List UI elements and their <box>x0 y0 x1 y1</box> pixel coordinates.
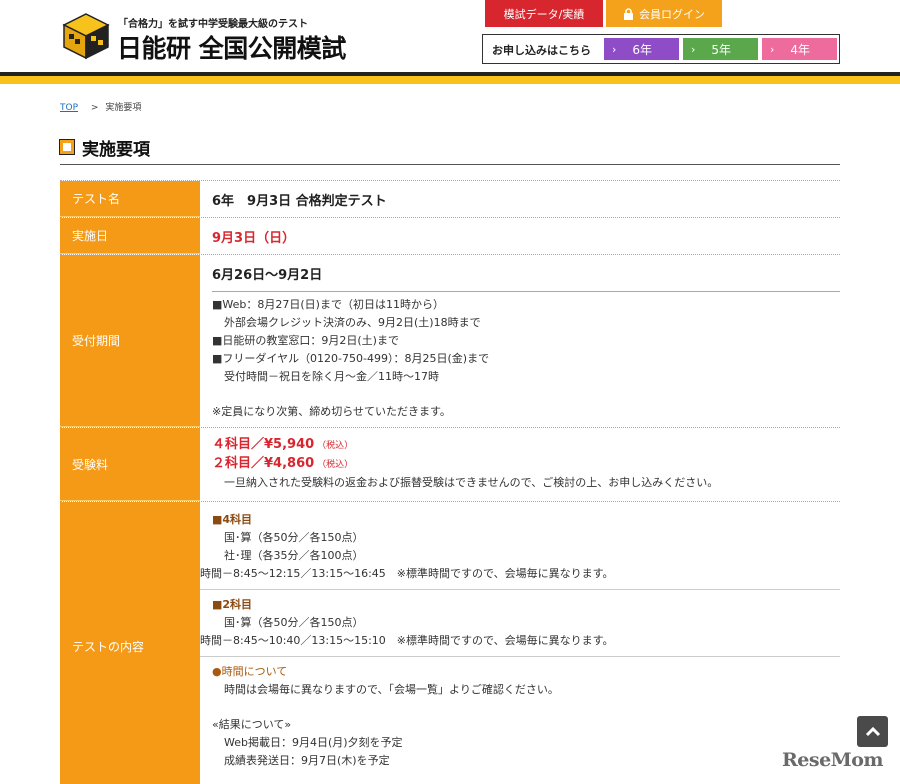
row-header: 実施日 <box>60 218 200 254</box>
chevron-right-icon: › <box>691 42 696 56</box>
tax-label: （税込） <box>317 460 354 470</box>
row-date: 実施日 9月3日（日） <box>60 218 840 255</box>
header-band-yellow <box>0 76 900 84</box>
fee-2-subjects: ２科目／¥4,860 <box>212 456 315 471</box>
apply-grade5-button[interactable]: › 5年 <box>683 38 758 60</box>
breadcrumb-top-link[interactable]: TOP <box>60 103 78 113</box>
watermark-logo: ReseMom <box>782 749 883 771</box>
content-divider <box>200 589 840 590</box>
page-title: 実施要項 <box>82 140 150 160</box>
logo-title[interactable]: 日能研 全国公開模試 <box>117 29 346 65</box>
reception-line: 受付時間－祝日を除く月～金／11時～17時 <box>224 370 439 383</box>
breadcrumb-separator: > <box>90 103 99 113</box>
time-note: 時間は会場毎に異なりますので、「会場一覧」よりご確認ください。 <box>224 683 559 696</box>
four-subjects-heading: ■4科目 <box>212 513 253 526</box>
time-note-heading: ●時間について <box>212 665 288 678</box>
content-divider <box>200 656 840 657</box>
two-subjects-line: 国･算（各50分／各150点） <box>224 616 364 629</box>
exam-data-button-label: 模試データ/実績 <box>503 7 585 21</box>
four-subjects-line: 国･算（各50分／各150点） <box>224 531 364 544</box>
apply-grade6-button[interactable]: › 6年 <box>604 38 679 60</box>
four-subjects-time: 時間－8:45～12:15／13:15～16:45 ※標準時間ですので、会場毎に… <box>200 567 614 580</box>
breadcrumb: TOP > 実施要項 <box>60 100 141 113</box>
tax-label: （税込） <box>317 441 354 451</box>
fee-4-subjects: ４科目／¥5,940 <box>212 437 315 452</box>
row-reception: 受付期間 6月26日～9月2日 ■Web：8月27日(日)まで（初日は11時から… <box>60 255 840 428</box>
site-header: 「合格力」を試す中学受験最大級のテスト 日能研 全国公開模試 模試データ/実績 … <box>0 0 900 72</box>
chevron-right-icon: › <box>612 42 617 56</box>
two-subjects-time: 時間－8:45～10:40／13:15～15:10 ※標準時間ですので、会場毎に… <box>200 634 614 647</box>
reception-line: ■Web：8月27日(日)まで（初日は11時から） <box>212 298 444 311</box>
reception-line: 外部会場クレジット決済のみ、9月2日(土)18時まで <box>224 316 481 329</box>
lock-icon <box>624 7 633 20</box>
four-subjects-line: 社･理（各35分／各100点） <box>224 549 364 562</box>
member-login-label: 会員ログイン <box>639 7 705 21</box>
reception-line: ■日能研の教室窓口：9月2日(土)まで <box>212 334 399 347</box>
row-fee: 受験料 ４科目／¥5,940 （税込） ２科目／¥4,860 （税込） 一旦納入され… <box>60 428 840 502</box>
row-header: テスト名 <box>60 181 200 217</box>
exam-details-table: テスト名 6年 9月3日 合格判定テスト 実施日 9月3日（日） 受付期間 6月… <box>60 180 840 784</box>
grade-label: 6年 <box>632 42 653 57</box>
exam-date-value: 9月3日（日） <box>212 230 296 246</box>
apply-grade4-button[interactable]: › 4年 <box>762 38 837 60</box>
chevron-right-icon: › <box>770 42 775 56</box>
result-heading: «結果について» <box>212 718 292 731</box>
exam-data-button[interactable]: 模試データ/実績 <box>485 0 603 27</box>
grade-label: 5年 <box>711 42 732 57</box>
breadcrumb-current: 実施要項 <box>105 103 142 113</box>
reception-line: ■フリーダイヤル（0120-750-499）：8月25日(金)まで <box>212 352 490 365</box>
fee-note: 一旦納入された受験料の返金および振替受験はできませんので、ご検討の上、お申し込み… <box>224 476 719 489</box>
result-line: 成績表発送日：9月7日(木)を予定 <box>224 754 390 767</box>
test-name-value: 6年 9月3日 合格判定テスト <box>212 193 387 209</box>
reception-note: ※定員になり次第、締め切らせていただきます。 <box>212 405 451 418</box>
logo-cube-icon[interactable] <box>62 12 110 60</box>
logo-tagline: 「合格力」を試す中学受験最大級のテスト <box>118 19 308 30</box>
grade-label: 4年 <box>790 42 811 57</box>
two-subjects-heading: ■2科目 <box>212 598 253 611</box>
member-login-button[interactable]: 会員ログイン <box>606 0 722 27</box>
reception-period: 6月26日～9月2日 <box>212 264 840 292</box>
row-content: テストの内容 ■4科目 国･算（各50分／各150点） 社･理（各35分／各10… <box>60 502 840 784</box>
row-header: テストの内容 <box>60 502 200 784</box>
apply-label: お申し込みはこちら <box>492 44 591 57</box>
apply-box: お申し込みはこちら › 6年 › 5年 › 4年 <box>482 34 840 64</box>
row-header: 受験料 <box>60 428 200 501</box>
page-title-bar: 実施要項 <box>59 135 840 165</box>
result-line: Web掲載日：9月4日(月)夕刻を予定 <box>224 736 403 749</box>
chevron-up-icon <box>865 726 880 736</box>
scroll-to-top-button[interactable] <box>857 716 888 747</box>
row-test-name: テスト名 6年 9月3日 合格判定テスト <box>60 181 840 218</box>
row-header: 受付期間 <box>60 255 200 427</box>
title-square-icon <box>59 139 75 155</box>
